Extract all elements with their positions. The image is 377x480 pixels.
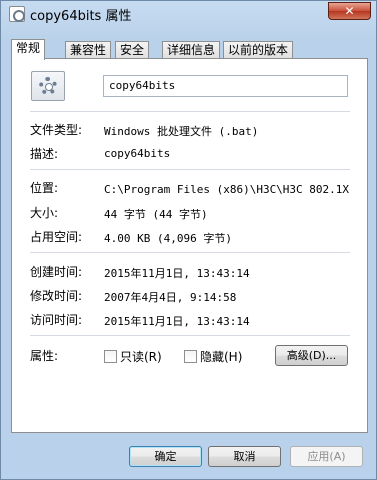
modified-value: 2007年4月4日, 9:14:58	[104, 291, 237, 304]
batch-file-icon	[9, 6, 25, 22]
divider	[30, 252, 350, 253]
divider	[30, 169, 350, 170]
created-label: 创建时间:	[30, 265, 83, 279]
readonly-checkbox[interactable]	[104, 350, 117, 363]
disk-size-value: 4.00 KB (4,096 字节)	[104, 232, 232, 245]
tab-compatibility[interactable]: 兼容性	[65, 41, 112, 59]
apply-button[interactable]: 应用(A)	[290, 446, 363, 467]
tab-previous-versions[interactable]: 以前的版本	[223, 41, 294, 59]
accessed-value: 2015年11月1日, 13:43:14	[104, 315, 250, 328]
created-value: 2015年11月1日, 13:43:14	[104, 267, 250, 280]
tab-general[interactable]: 常规	[11, 39, 46, 60]
general-panel: copy64bits 文件类型: Windows 批处理文件 (.bat) 描述…	[11, 58, 368, 433]
ok-button[interactable]: 确定	[129, 446, 202, 467]
advanced-button[interactable]: 高级(D)...	[275, 345, 348, 366]
window-title: copy64bits 属性	[30, 9, 132, 24]
accessed-label: 访问时间:	[30, 313, 83, 327]
file-name-field[interactable]: copy64bits	[103, 75, 348, 97]
hidden-label[interactable]: 隐藏(H)	[200, 348, 242, 365]
tab-security[interactable]: 安全	[115, 41, 150, 59]
description-value: copy64bits	[104, 147, 171, 160]
readonly-label[interactable]: 只读(R)	[120, 348, 162, 365]
description-label: 描述:	[30, 147, 59, 161]
batch-file-gear-icon	[31, 71, 65, 101]
file-type-label: 文件类型:	[30, 123, 83, 137]
divider	[30, 111, 350, 112]
divider	[30, 335, 350, 336]
gear-icon	[39, 77, 57, 95]
cancel-button[interactable]: 取消	[208, 446, 281, 467]
hidden-checkbox[interactable]	[184, 350, 197, 363]
disk-size-label: 占用空间:	[30, 230, 83, 244]
properties-window: copy64bits 属性 ✕ 常规 兼容性 安全 详细信息 以前的版本 cop…	[0, 0, 377, 480]
location-value: C:\Program Files (x86)\H3C\H3C 802.1X 客户	[104, 183, 356, 196]
location-label: 位置:	[30, 181, 59, 195]
close-button[interactable]: ✕	[328, 2, 371, 20]
tab-details[interactable]: 详细信息	[162, 41, 221, 59]
file-type-value: Windows 批处理文件 (.bat)	[104, 125, 259, 138]
title-bar[interactable]: copy64bits 属性 ✕	[1, 1, 376, 27]
size-label: 大小:	[30, 206, 59, 220]
attributes-label: 属性:	[30, 349, 59, 363]
size-value: 44 字节 (44 字节)	[104, 208, 208, 221]
modified-label: 修改时间:	[30, 289, 83, 303]
